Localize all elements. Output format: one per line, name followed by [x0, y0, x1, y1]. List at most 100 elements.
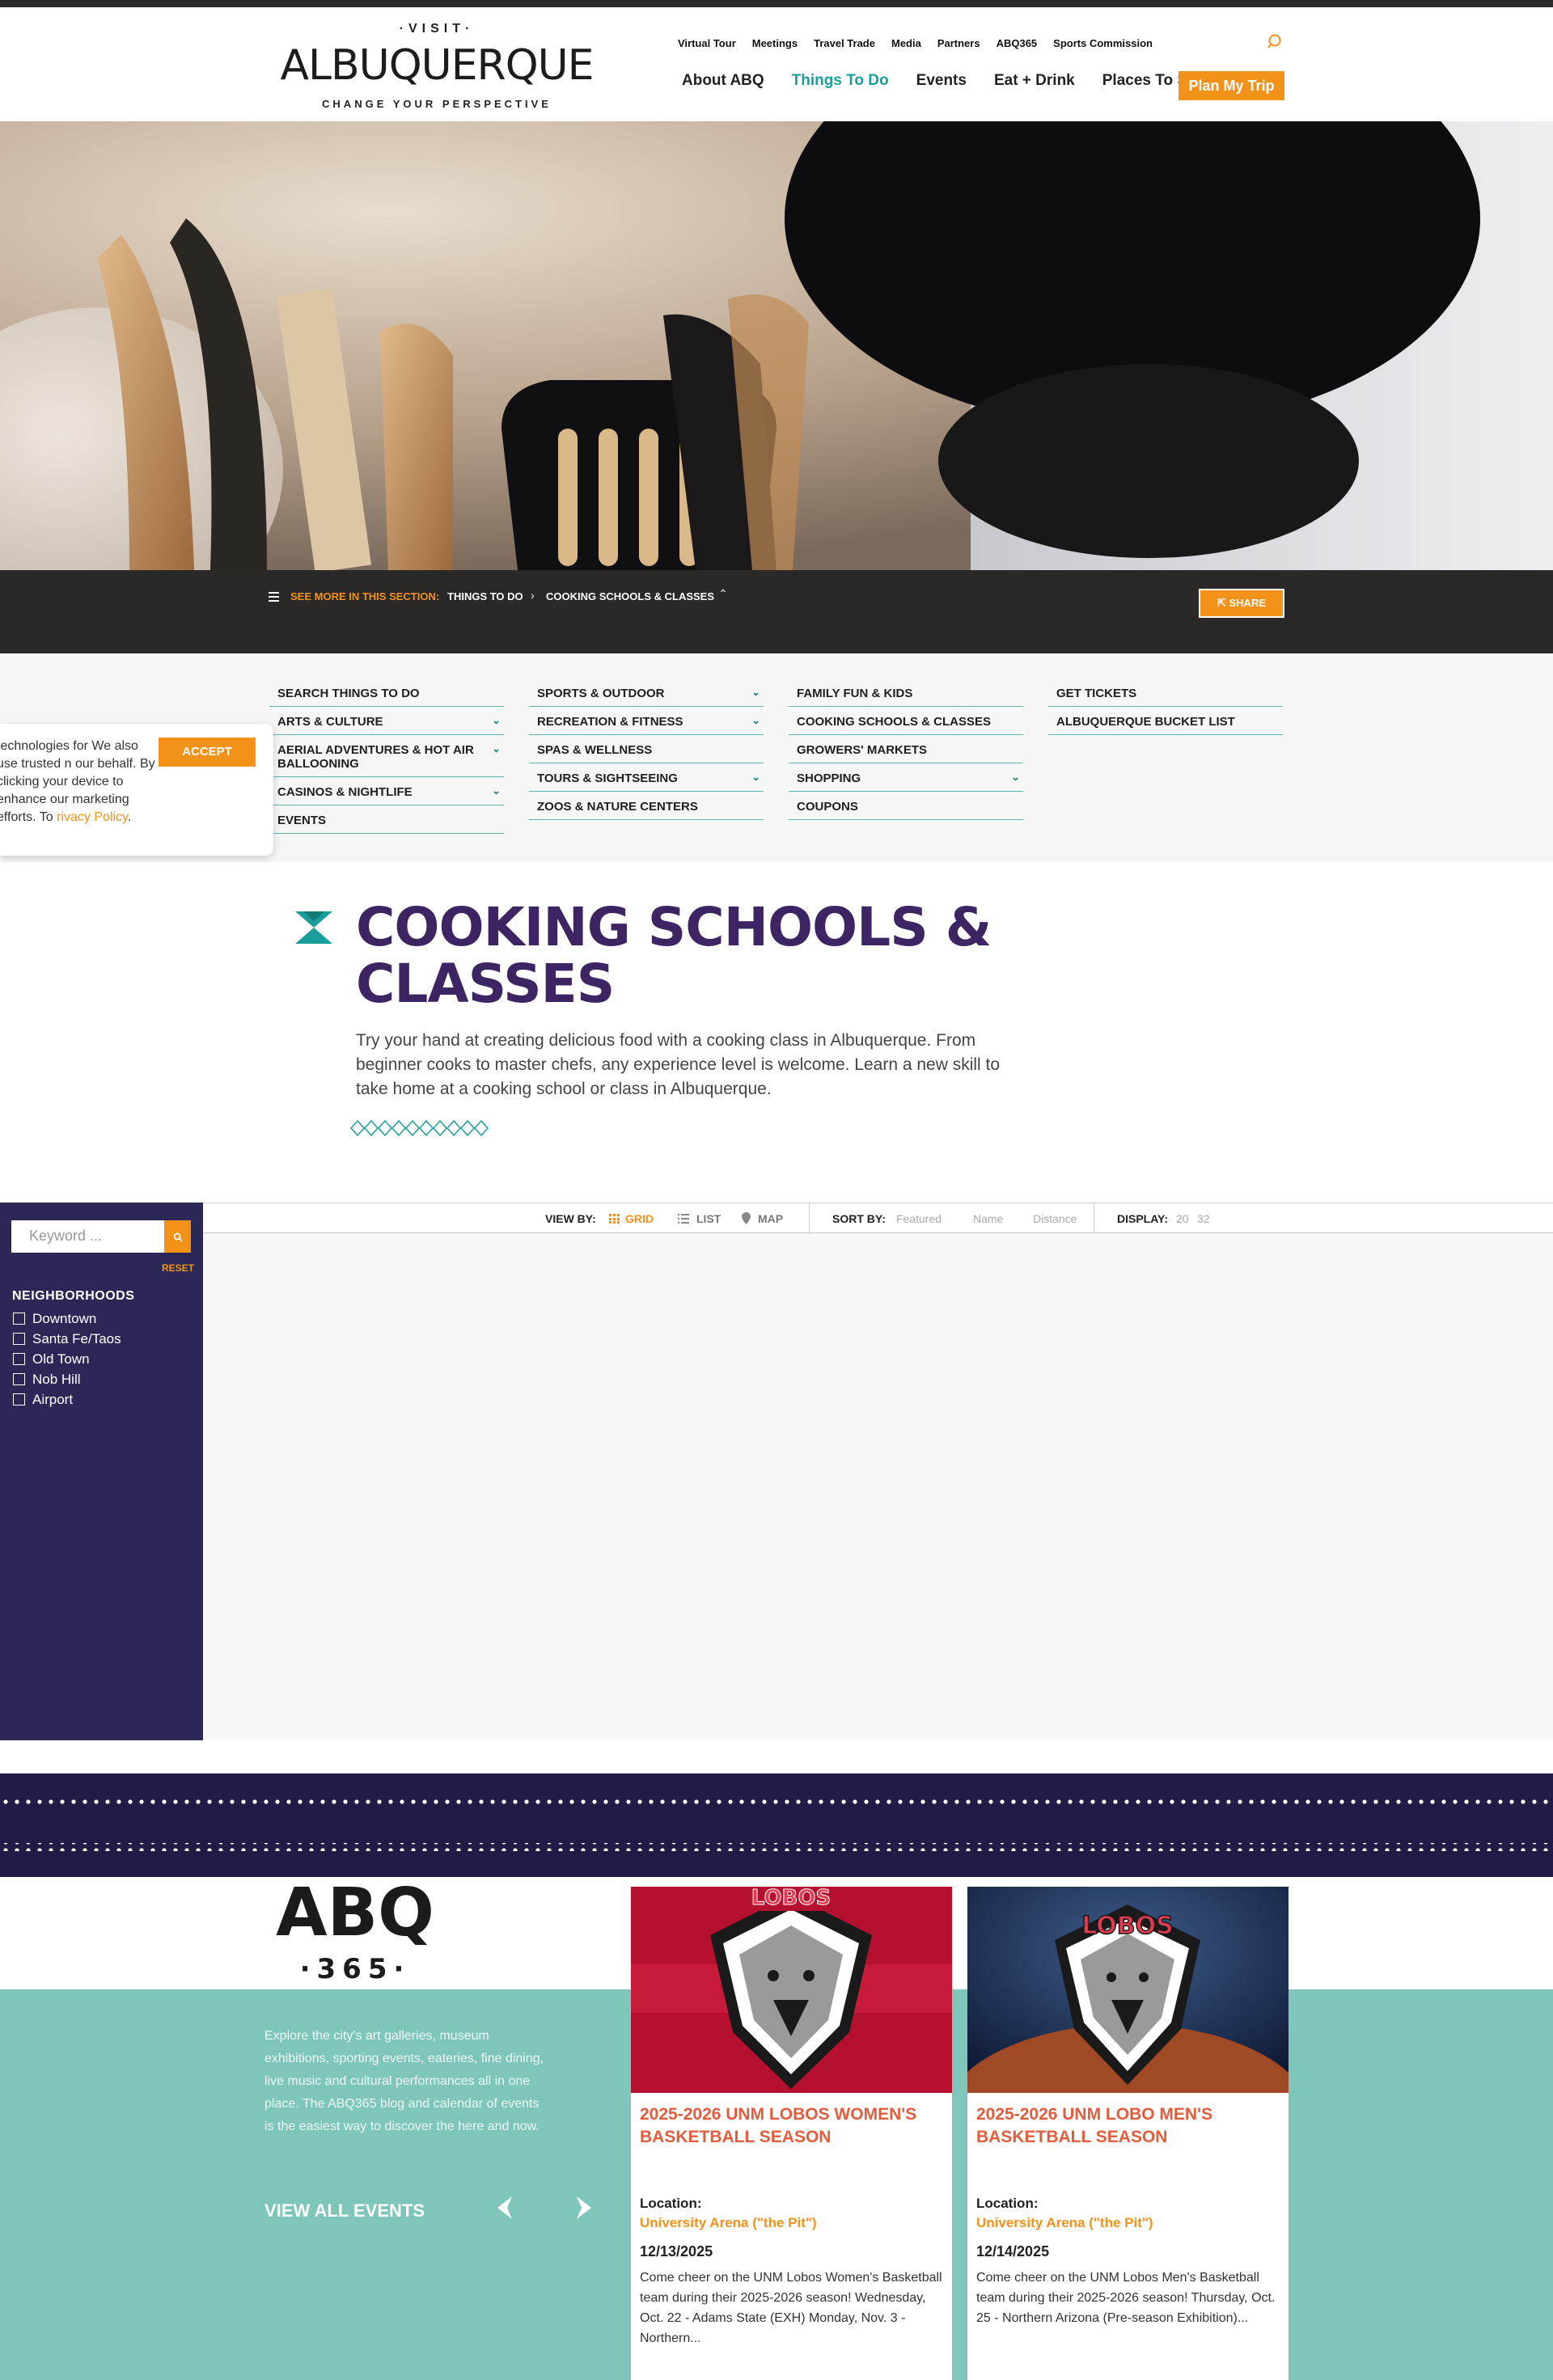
arrow-right-icon[interactable]: [569, 2195, 595, 2221]
section-bar: SEE MORE IN THIS SECTION: THINGS TO DO ›…: [0, 570, 1553, 653]
search-icon[interactable]: [1267, 34, 1284, 50]
chevron-down-icon[interactable]: ⌄: [492, 742, 501, 755]
nav-events[interactable]: Events: [916, 72, 967, 90]
subnav-casinos-nightlife[interactable]: CASINOS & NIGHTLIFE ⌄: [269, 777, 504, 805]
neighborhood-checkbox-santa-fe-taos[interactable]: Santa Fe/Taos: [13, 1329, 121, 1349]
neighborhood-checkbox-downtown[interactable]: Downtown: [13, 1308, 121, 1329]
map-pin-icon: [742, 1212, 751, 1224]
chevron-up-icon[interactable]: ⌃: [718, 587, 728, 601]
see-more-label[interactable]: SEE MORE IN THIS SECTION:: [290, 590, 439, 602]
reset-filters-link[interactable]: RESET: [162, 1262, 194, 1274]
subnav-bucket-list[interactable]: ALBUQUERQUE BUCKET LIST: [1048, 707, 1283, 735]
sort-distance-option[interactable]: Distance: [1033, 1212, 1077, 1225]
subnav-get-tickets[interactable]: GET TICKETS: [1048, 678, 1283, 707]
subnav-spas-wellness[interactable]: SPAS & WELLNESS: [529, 735, 764, 763]
event-card[interactable]: LOBOS 2025-2026 UNM LOBO MEN'S BASKETBAL…: [967, 1887, 1289, 2380]
subnav-shopping[interactable]: SHOPPING ⌄: [789, 763, 1023, 792]
subnav-arts-culture[interactable]: ARTS & CULTURE ⌄: [269, 707, 504, 735]
visit-albuquerque-logo[interactable]: ·VISIT· ALBUQUERQUE CHANGE YOUR PERSPECT…: [267, 17, 607, 118]
subnav-family-fun-kids[interactable]: FAMILY FUN & KIDS: [789, 678, 1023, 707]
chevron-down-icon[interactable]: ⌄: [492, 784, 501, 797]
event-date: 12/13/2025: [640, 2243, 713, 2260]
util-link-travel-trade[interactable]: Travel Trade: [814, 37, 875, 49]
logo-tagline: CHANGE YOUR PERSPECTIVE: [322, 98, 552, 110]
chevron-down-icon[interactable]: ⌄: [751, 713, 760, 727]
subnav-search-things-to-do[interactable]: SEARCH THINGS TO DO: [269, 678, 504, 707]
display-label: DISPLAY:: [1117, 1212, 1169, 1225]
view-grid-option[interactable]: GRID: [625, 1212, 654, 1225]
logo-visit: ·VISIT·: [399, 22, 475, 36]
abq365-logo[interactable]: ABQ ·365·: [264, 1875, 446, 1986]
neighborhood-checkbox-nob-hill[interactable]: Nob Hill: [13, 1369, 121, 1389]
nav-eat-drink[interactable]: Eat + Drink: [994, 72, 1075, 90]
subnav-coupons[interactable]: COUPONS: [789, 792, 1023, 820]
subnav-sports-outdoor[interactable]: SPORTS & OUTDOOR ⌄: [529, 678, 764, 707]
display-20-option[interactable]: 20: [1176, 1212, 1189, 1225]
neighborhood-checkbox-old-town[interactable]: Old Town: [13, 1349, 121, 1369]
decorative-dot-band: [0, 1773, 1553, 1877]
view-by-label: VIEW BY:: [545, 1212, 596, 1225]
event-image-lobos-womens[interactable]: LOBOS: [631, 1887, 952, 2093]
event-title[interactable]: 2025-2026 UNM LOBOS WOMEN'S BASKETBALL S…: [640, 2103, 943, 2149]
sort-name-option[interactable]: Name: [973, 1212, 1003, 1225]
page-intro: Try your hand at creating delicious food…: [356, 1031, 1001, 1098]
event-location[interactable]: University Arena ("the Pit"): [976, 2215, 1153, 2231]
view-all-events-link[interactable]: VIEW ALL EVENTS: [264, 2200, 425, 2221]
breadcrumb-things-to-do[interactable]: THINGS TO DO: [447, 590, 523, 602]
subnav-events[interactable]: EVENTS: [269, 805, 504, 834]
hamburger-menu-icon[interactable]: [269, 592, 279, 602]
event-location-label: Location:: [976, 2196, 1039, 2211]
toolbar-divider: [809, 1203, 810, 1234]
view-map-option[interactable]: MAP: [758, 1212, 783, 1225]
nav-things-to-do[interactable]: Things To Do: [792, 72, 889, 90]
nav-about-abq[interactable]: About ABQ: [682, 72, 764, 90]
subnav-zoos-nature-centers[interactable]: ZOOS & NATURE CENTERS: [529, 792, 764, 820]
svg-text:ABQ: ABQ: [276, 1877, 434, 1951]
event-title[interactable]: 2025-2026 UNM LOBO MEN'S BASKETBALL SEAS…: [976, 2103, 1280, 2149]
util-link-meetings[interactable]: Meetings: [752, 37, 798, 49]
checkbox[interactable]: [13, 1393, 25, 1406]
chevron-down-icon[interactable]: ⌄: [1011, 770, 1020, 784]
share-icon: ⇱: [1217, 597, 1229, 609]
event-image-lobos-mens[interactable]: LOBOS: [967, 1887, 1289, 2093]
util-link-media[interactable]: Media: [891, 37, 921, 49]
arrow-left-icon[interactable]: [494, 2195, 520, 2221]
event-location[interactable]: University Arena ("the Pit"): [640, 2215, 817, 2231]
cookie-accept-button[interactable]: ACCEPT: [159, 738, 256, 767]
sort-featured-option[interactable]: Featured: [896, 1212, 942, 1225]
util-link-abq365[interactable]: ABQ365: [997, 37, 1038, 49]
subnav-growers-markets[interactable]: GROWERS' MARKETS: [789, 735, 1023, 763]
subnav-aerial-adventures[interactable]: AERIAL ADVENTURES & HOT AIR BALLOONING ⌄: [269, 735, 504, 777]
subnav-cooking-schools-classes[interactable]: COOKING SCHOOLS & CLASSES: [789, 707, 1023, 735]
checkbox[interactable]: [13, 1313, 25, 1325]
subnav-column-1: SEARCH THINGS TO DO ARTS & CULTURE ⌄ AERI…: [269, 678, 504, 834]
hero-image-kitchen-utensils: [0, 121, 1553, 570]
subnav-tours-sightseeing[interactable]: TOURS & SIGHTSEEING ⌄: [529, 763, 764, 792]
view-list-option[interactable]: LIST: [696, 1212, 721, 1225]
cookie-consent-popup: technologies for We also use trusted n o…: [0, 724, 273, 856]
event-description: Come cheer on the UNM Lobos Women's Bask…: [640, 2271, 942, 2345]
subnav-column-2: SPORTS & OUTDOOR ⌄ RECREATION & FITNESS ⌄ …: [529, 678, 764, 820]
checkbox[interactable]: [13, 1373, 25, 1385]
filter-panel: Keyword ... RESET NEIGHBORHOODS Downtown…: [0, 1203, 203, 1740]
chevron-down-icon[interactable]: ⌄: [751, 770, 760, 784]
util-link-sports-commission[interactable]: Sports Commission: [1053, 37, 1153, 49]
util-link-virtual-tour[interactable]: Virtual Tour: [678, 37, 736, 49]
breadcrumb-current: COOKING SCHOOLS & CLASSES: [546, 590, 715, 602]
subnav-recreation-fitness[interactable]: RECREATION & FITNESS ⌄: [529, 707, 764, 735]
checkbox[interactable]: [13, 1353, 25, 1365]
svg-text:·365·: ·365·: [300, 1953, 411, 1985]
chevron-down-icon[interactable]: ⌄: [492, 713, 501, 727]
display-32-option[interactable]: 32: [1197, 1212, 1210, 1225]
neighborhood-checkbox-airport[interactable]: Airport: [13, 1389, 121, 1410]
checkbox[interactable]: [13, 1333, 25, 1345]
keyword-search-input[interactable]: Keyword ...: [11, 1220, 164, 1253]
keyword-search-button[interactable]: [164, 1220, 191, 1253]
plan-my-trip-button[interactable]: Plan My Trip: [1179, 71, 1284, 100]
util-link-partners[interactable]: Partners: [937, 37, 980, 49]
event-card[interactable]: LOBOS 2025-2026 UNM LOBOS WOMEN'S BASKET…: [631, 1887, 952, 2380]
svg-text:LOBOS: LOBOS: [1081, 1912, 1174, 1940]
chevron-down-icon[interactable]: ⌄: [751, 685, 760, 699]
share-button[interactable]: ⇱ SHARE: [1199, 589, 1284, 618]
privacy-policy-link[interactable]: rivacy Policy: [57, 810, 128, 824]
